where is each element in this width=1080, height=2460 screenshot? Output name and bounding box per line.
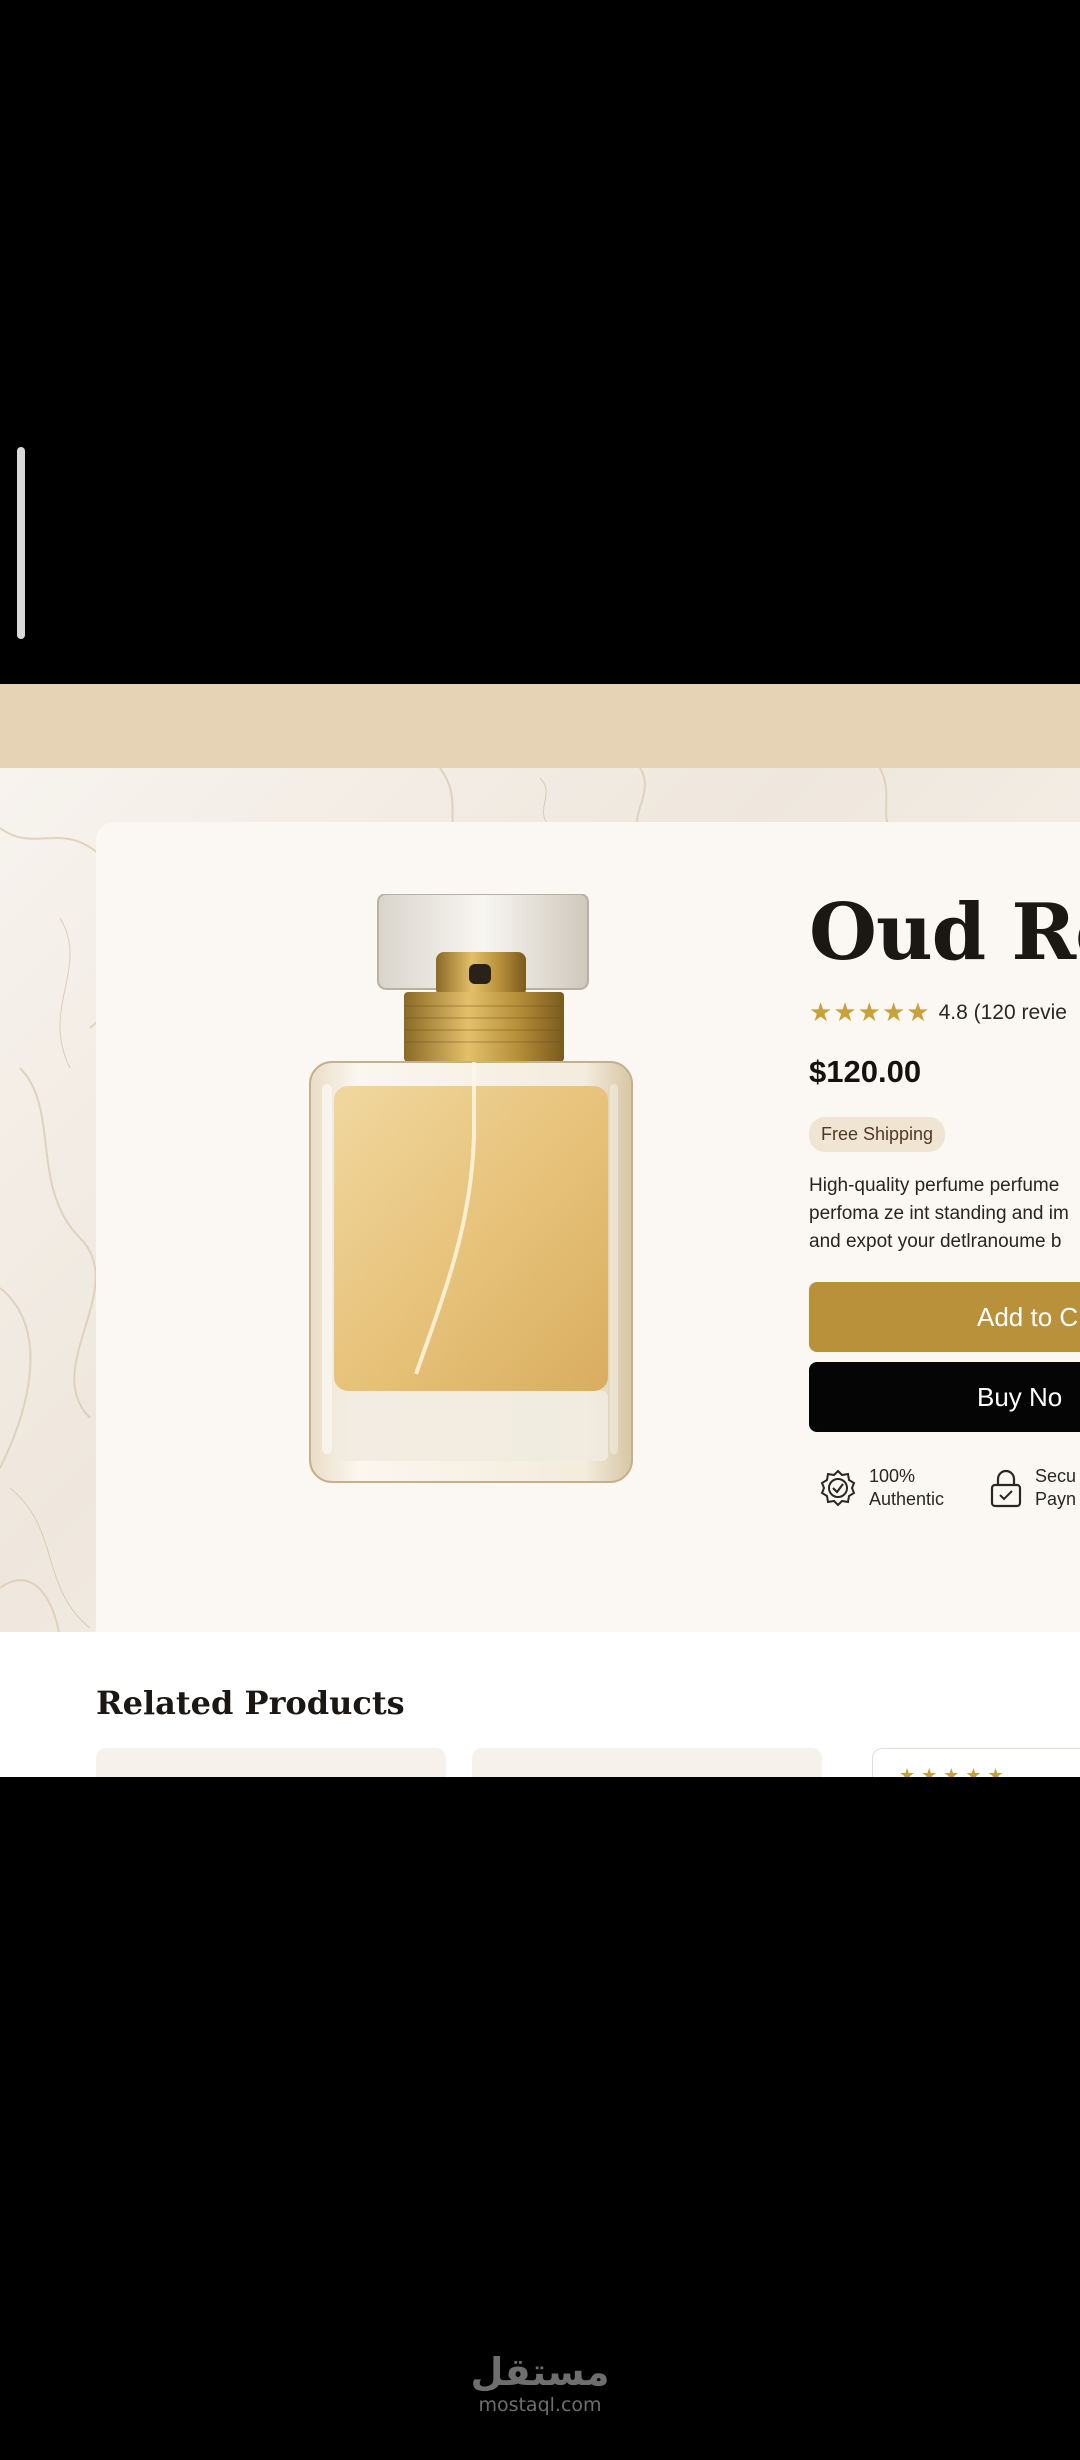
buy-now-label: Buy No — [977, 1381, 1063, 1412]
perfume-bottle-image — [309, 894, 633, 1483]
lock-icon — [990, 1469, 1022, 1508]
related-products-title: Related Products — [96, 1684, 405, 1722]
star-icon: ★ — [906, 998, 930, 1028]
product-price: $120.00 — [809, 1054, 922, 1089]
rating-row: ★ ★ ★ ★ ★ 4.8 (120 revie — [809, 1000, 1067, 1026]
watermark-latin: mostaql.com — [478, 2394, 602, 2416]
description-line: and expot your detlranoume b — [809, 1231, 1062, 1252]
add-to-cart-button[interactable]: Add to C — [809, 1282, 1080, 1352]
feature-line: Secu — [1035, 1466, 1077, 1486]
badge-check-icon — [820, 1469, 856, 1507]
related-product-card[interactable] — [96, 1748, 446, 1777]
buy-now-button[interactable]: Buy No — [809, 1362, 1080, 1432]
feature-secure-payment: Secu Payn — [989, 1465, 1076, 1511]
feature-line: Payn — [1035, 1489, 1077, 1509]
star-icon: ★ — [857, 998, 881, 1028]
watermark-arabic: مستقل — [470, 2350, 610, 2394]
feature-authentic: 100% Authentic — [819, 1465, 944, 1511]
related-product-card[interactable]: ★★★★★ — [872, 1748, 1080, 1777]
mostaql-watermark: مستقل mostaql.com — [0, 2350, 1080, 2416]
description-line: perfoma ze int standing and im — [809, 1203, 1069, 1224]
feature-line: 100% — [869, 1466, 916, 1486]
related-product-card[interactable] — [472, 1748, 822, 1777]
product-card: Oud Ro ★ ★ ★ ★ ★ 4.8 (120 revie $120.00 … — [96, 822, 1080, 1697]
add-to-cart-label: Add to C — [977, 1301, 1079, 1332]
description-line: High-quality perfume perfume — [809, 1175, 1060, 1196]
product-description: High-quality perfume perfume perfoma ze … — [809, 1172, 1080, 1256]
star-icon: ★ — [833, 998, 857, 1028]
feature-line: Authentic — [869, 1489, 945, 1509]
star-icon: ★ — [809, 998, 833, 1028]
product-title: Oud Ro — [809, 887, 1080, 978]
free-shipping-badge: Free Shipping — [809, 1117, 946, 1152]
feature-authentic-text: 100% Authentic — [869, 1465, 944, 1511]
feature-secure-text: Secu Payn — [1035, 1465, 1076, 1511]
app-screen: Oud Ro ★ ★ ★ ★ ★ 4.8 (120 revie $120.00 … — [0, 684, 1080, 1777]
star-icon: ★ — [881, 998, 906, 1028]
header-band — [0, 684, 1080, 768]
rating-text: 4.8 (120 revie — [938, 1001, 1067, 1024]
scroll-indicator — [17, 447, 25, 639]
rating-stars: ★★★★★ — [899, 1765, 1010, 1777]
